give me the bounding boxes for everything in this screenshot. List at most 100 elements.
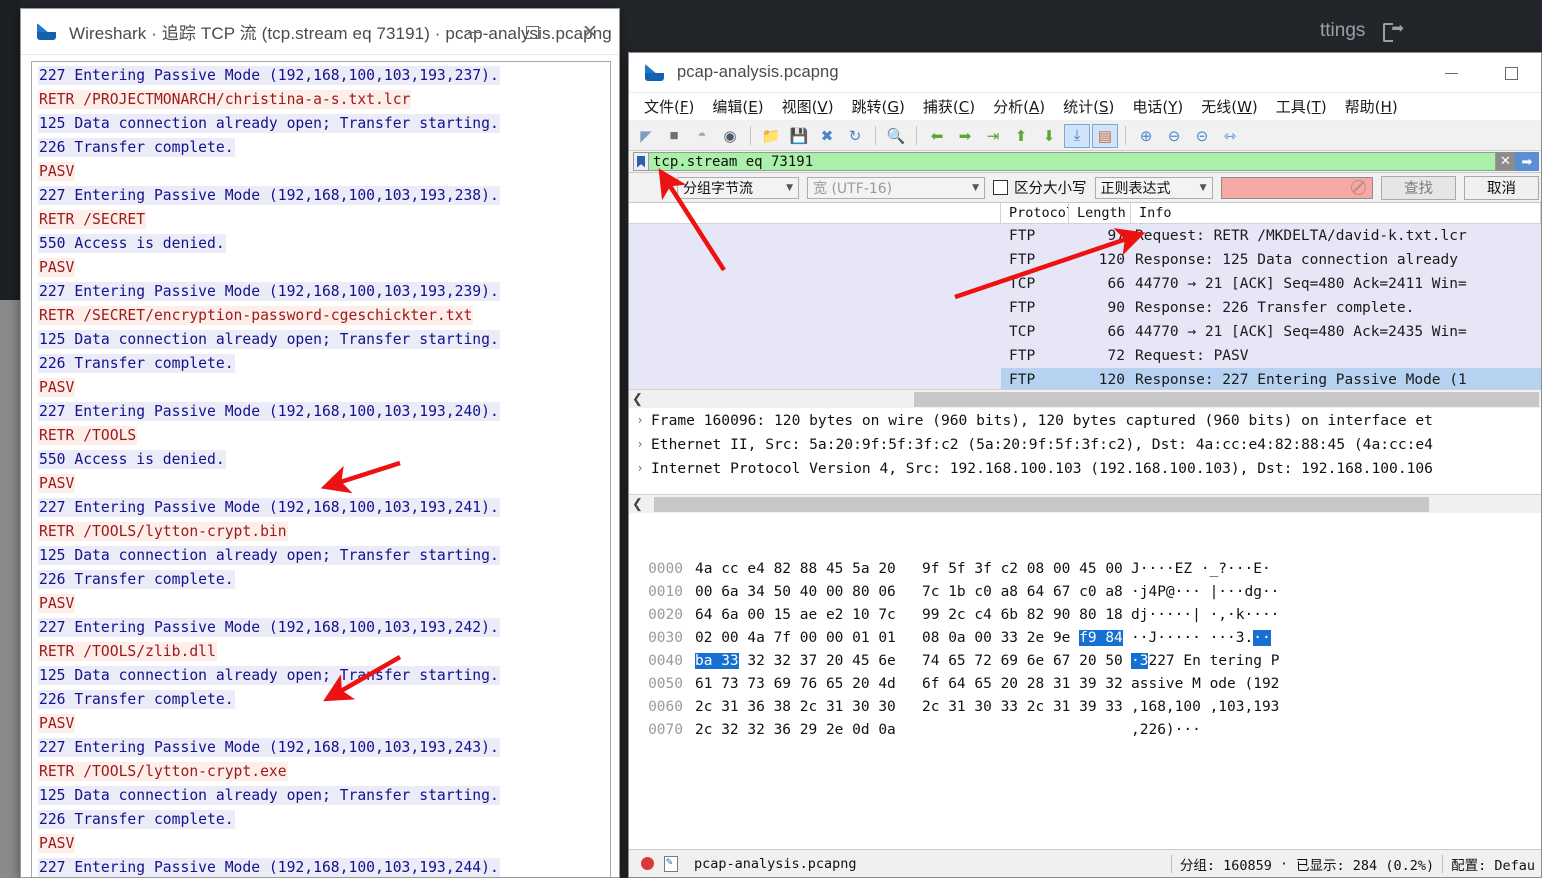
stream-line: RETR /TOOLS/lytton-crypt.exe	[38, 760, 610, 784]
apply-filter-icon[interactable]: ➡	[1515, 152, 1539, 171]
menu-item-t[interactable]: 工具(T)	[1267, 94, 1336, 119]
colorize-icon[interactable]: ▤	[1092, 123, 1118, 148]
maximize-button[interactable]	[1481, 53, 1541, 93]
packet-list-hscrollbar[interactable]: ❮	[629, 389, 1541, 408]
hex-row[interactable]: 0070 2c 32 32 36 29 2e 0d 0a ,226)···	[629, 718, 1541, 741]
detail-line-text: Internet Protocol Version 4, Src: 192.16…	[651, 459, 1433, 477]
stream-line-client: RETR /SECRET	[38, 210, 147, 229]
packet-list[interactable]: Protocol Length Info FTP 97 Request: RETR /M…	[629, 203, 1541, 389]
packet-row[interactable]: TCP 66 44770 → 21 [ACK] Seq=480 Ack=2435 W…	[1001, 320, 1541, 344]
hex-row[interactable]: 0050 61 73 73 69 76 65 20 4d 6f 64 65 20 …	[629, 672, 1541, 695]
case-sensitive-checkbox[interactable]: 区分大小写	[993, 177, 1087, 198]
packet-bytes-pane[interactable]: 0000 4a cc e4 82 88 45 5a 20 9f 5f 3f c2 …	[629, 551, 1541, 849]
resize-columns-icon[interactable]: ⇿	[1217, 124, 1243, 148]
stream-line: RETR /PROJECTMONARCH/christina-a-s.txt.l…	[38, 88, 610, 112]
minimize-button[interactable]	[1421, 53, 1481, 93]
packet-row[interactable]: TCP 66 44770 → 21 [ACK] Seq=480 Ack=2411 W…	[1001, 272, 1541, 296]
packet-row[interactable]: FTP 120 Response: 125 Data connection alre…	[1001, 248, 1541, 272]
close-button[interactable]: ✕	[561, 9, 619, 55]
packet-row[interactable]: FTP 90 Response: 226 Transfer complete.	[1001, 296, 1541, 320]
detail-line[interactable]: › Frame 160096: 120 bytes on wire (960 bi…	[629, 408, 1541, 432]
menu-item-f[interactable]: 文件(F)	[635, 94, 703, 119]
minimize-button[interactable]	[445, 9, 503, 55]
capture-options-icon[interactable]: ◉	[717, 124, 743, 148]
menu-item-w[interactable]: 无线(W)	[1192, 94, 1267, 119]
hex-row[interactable]: 0020 64 6a 00 15 ae e2 10 7c 99 2c c4 6b …	[629, 603, 1541, 626]
stream-line: 125 Data connection already open; Transf…	[38, 112, 610, 136]
menu-item-s[interactable]: 统计(S)	[1054, 94, 1123, 119]
expand-caret-icon[interactable]: ›	[629, 437, 651, 451]
menu-item-h[interactable]: 帮助(H)	[1336, 94, 1407, 119]
detail-line[interactable]: › Internet Protocol Version 4, Src: 192.1…	[629, 456, 1541, 480]
zoom-in-icon[interactable]: ⊕	[1133, 124, 1159, 148]
main-toolbar: ◤ ■ ◓ ◉ 📁 💾 ✖ ↻ 🔍 ⬅ ➡ ⇥ ⬆ ⬇ ⤓ ▤ ⊕ ⊖ ⊝ ⇿	[629, 121, 1541, 151]
detail-line[interactable]: › Ethernet II, Src: 5a:20:9f:5f:3f:c2 (5a…	[629, 432, 1541, 456]
packet-details-hscrollbar[interactable]: ❮	[629, 494, 1541, 513]
maximize-button[interactable]	[503, 9, 561, 55]
save-file-icon[interactable]: 💾	[786, 124, 812, 148]
status-packets-count: 分组: 160859	[1179, 857, 1272, 874]
character-set-combo[interactable]: 宽 (UTF-16) ▼	[807, 176, 985, 199]
stream-line-client: RETR /TOOLS	[38, 426, 138, 445]
hscroll-thumb[interactable]	[654, 496, 1429, 512]
hex-row[interactable]: 0000 4a cc e4 82 88 45 5a 20 9f 5f 3f c2 …	[629, 557, 1541, 580]
go-forward-icon[interactable]: ➡	[952, 124, 978, 148]
column-header-protocol[interactable]: Protocol	[1001, 203, 1069, 223]
search-in-combo[interactable]: 分组字节流 ▼	[677, 176, 799, 199]
auto-scroll-icon[interactable]: ⤓	[1064, 123, 1090, 148]
hex-row[interactable]: 0060 2c 31 36 38 2c 31 30 30 2c 31 30 33 …	[629, 695, 1541, 718]
find-packet-icon[interactable]: 🔍	[883, 124, 909, 148]
status-divider	[1170, 854, 1172, 873]
packet-row[interactable]: FTP 97 Request: RETR /MKDELTA/david-k.txt.…	[1001, 224, 1541, 248]
zoom-out-icon[interactable]: ⊖	[1161, 124, 1187, 148]
close-file-icon[interactable]: ✖	[814, 124, 840, 148]
match-type-combo[interactable]: 正则表达式 ▼	[1094, 176, 1213, 199]
restart-capture-icon[interactable]: ◓	[689, 124, 715, 148]
find-text-input[interactable]	[1220, 176, 1373, 199]
hex-byte-group: assive M	[1131, 675, 1201, 692]
logout-icon[interactable]	[1383, 19, 1404, 42]
hex-row[interactable]: 0040 ba 33 32 32 37 20 45 6e 74 65 72 69 …	[629, 649, 1541, 672]
hex-byte-group: 6f 64 65 20 28 31 39 32	[922, 675, 1123, 692]
menu-item-g[interactable]: 跳转(G)	[843, 94, 914, 119]
expand-caret-icon[interactable]: ›	[629, 461, 651, 475]
column-header-info[interactable]: Info	[1131, 203, 1541, 223]
hex-row[interactable]: 0010 00 6a 34 50 40 00 80 06 7c 1b c0 a8 …	[629, 580, 1541, 603]
packet-row[interactable]: FTP 72 Request: PASV	[1001, 344, 1541, 368]
stop-capture-icon[interactable]: ■	[661, 124, 687, 148]
column-header-length[interactable]: Length	[1069, 203, 1131, 223]
menu-item-a[interactable]: 分析(A)	[984, 94, 1054, 119]
capture-status-icon[interactable]	[641, 857, 654, 870]
go-to-last-icon[interactable]: ⬇	[1036, 124, 1062, 148]
open-file-icon[interactable]: 📁	[758, 124, 784, 148]
scroll-left-icon[interactable]: ❮	[629, 496, 646, 513]
hex-row[interactable]: 0030 02 00 4a 7f 00 00 01 01 08 0a 00 33 …	[629, 626, 1541, 649]
zoom-reset-icon[interactable]: ⊝	[1189, 124, 1215, 148]
hscroll-thumb[interactable]	[914, 391, 1539, 407]
packet-row[interactable]: FTP 120 Response: 227 Entering Passive Mod…	[1001, 368, 1541, 389]
menu-item-v[interactable]: 视图(V)	[773, 94, 843, 119]
go-to-first-icon[interactable]: ⬆	[1008, 124, 1034, 148]
expand-caret-icon[interactable]: ›	[629, 413, 651, 427]
go-back-icon[interactable]: ⬅	[924, 124, 950, 148]
menu-item-y[interactable]: 电话(Y)	[1123, 94, 1192, 119]
packet-details-pane[interactable]: › Frame 160096: 120 bytes on wire (960 bi…	[629, 408, 1541, 494]
expert-info-icon[interactable]	[664, 855, 678, 872]
menu-item-e[interactable]: 编辑(E)	[703, 94, 772, 119]
go-to-packet-icon[interactable]: ⇥	[980, 124, 1006, 148]
hscroll-track[interactable]	[646, 391, 1541, 408]
packet-list-rows: FTP 97 Request: RETR /MKDELTA/david-k.txt.…	[1001, 224, 1541, 389]
cancel-button[interactable]: 取消	[1464, 175, 1539, 200]
tcp-stream-content[interactable]: 227 Entering Passive Mode (192,168,100,1…	[31, 61, 611, 877]
scroll-left-icon[interactable]: ❮	[629, 391, 646, 408]
hscroll-track[interactable]	[646, 496, 1541, 513]
bookmark-icon[interactable]	[633, 152, 649, 171]
reload-file-icon[interactable]: ↻	[842, 124, 868, 148]
clear-filter-icon[interactable]: ✕	[1496, 152, 1515, 171]
hex-byte-group: ,168,100	[1131, 698, 1201, 715]
display-filter-input[interactable]: tcp.stream eq 73191	[649, 152, 1496, 171]
stream-line-client: RETR /TOOLS/lytton-crypt.bin	[38, 522, 288, 541]
start-capture-icon[interactable]: ◤	[633, 124, 659, 148]
menu-item-c[interactable]: 捕获(C)	[914, 94, 984, 119]
find-button[interactable]: 查找	[1381, 175, 1456, 200]
